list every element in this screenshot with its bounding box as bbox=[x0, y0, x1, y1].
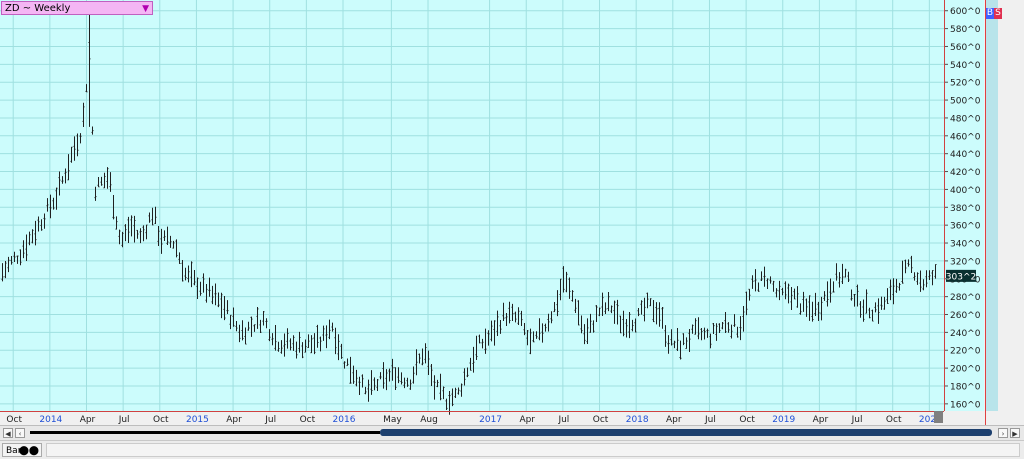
y-tick-label: 540^0 bbox=[950, 61, 981, 71]
x-month-label: Jul bbox=[118, 415, 130, 425]
x-month-label: Jul bbox=[851, 415, 863, 425]
scroll-left-end-icon[interactable]: ◀ bbox=[3, 428, 13, 438]
toggle-icon[interactable]: ⬤⬤ bbox=[19, 444, 39, 458]
time-axis-cursor[interactable] bbox=[934, 411, 943, 423]
y-tick-label: 460^0 bbox=[950, 132, 981, 142]
y-tick-label: 360^0 bbox=[950, 222, 981, 232]
x-month-label: Apr bbox=[813, 415, 829, 425]
last-price-marker: 303^2 bbox=[946, 269, 976, 282]
scroll-right-end-icon[interactable]: ▶ bbox=[1010, 428, 1020, 438]
y-tick-label: 180^0 bbox=[950, 382, 981, 392]
x-month-label: Oct bbox=[153, 415, 169, 425]
x-year-label: 2015 bbox=[186, 415, 209, 425]
x-month-label: Oct bbox=[593, 415, 609, 425]
price-axis: 160^0180^0200^0220^0240^0260^0280^0300^0… bbox=[944, 7, 981, 410]
y-tick-label: 220^0 bbox=[950, 347, 981, 357]
y-tick-label: 200^0 bbox=[950, 365, 981, 375]
scroll-left-icon[interactable]: ‹ bbox=[15, 428, 25, 438]
x-month-label: Jul bbox=[557, 415, 569, 425]
last-price-label: 303^2 bbox=[946, 272, 976, 282]
y-tick-label: 240^0 bbox=[950, 329, 981, 339]
right-strip bbox=[985, 0, 998, 411]
x-year-label: 2019 bbox=[772, 415, 795, 425]
plot-background bbox=[0, 0, 944, 411]
y-tick-label: 440^0 bbox=[950, 150, 981, 160]
x-month-label: Oct bbox=[739, 415, 755, 425]
x-year-label: 2018 bbox=[626, 415, 649, 425]
scroll-thumb[interactable] bbox=[380, 429, 992, 436]
status-panel bbox=[46, 443, 1020, 457]
symbol-selector[interactable]: ZD ~ Weekly ▼ bbox=[1, 1, 153, 15]
y-tick-label: 320^0 bbox=[950, 257, 981, 267]
scroll-right-icon[interactable]: › bbox=[998, 428, 1008, 438]
y-tick-label: 160^0 bbox=[950, 400, 981, 410]
x-month-label: Oct bbox=[886, 415, 902, 425]
x-month-label: Apr bbox=[80, 415, 96, 425]
x-month-label: Jul bbox=[704, 415, 716, 425]
y-tick-label: 500^0 bbox=[950, 97, 981, 107]
x-month-label: Apr bbox=[666, 415, 682, 425]
price-chart[interactable]: 160^0180^0200^0220^0240^0260^0280^0300^0… bbox=[0, 0, 1024, 425]
buy-tag[interactable]: B bbox=[986, 8, 994, 19]
chart-canvas: 160^0180^0200^0220^0240^0260^0280^0300^0… bbox=[0, 0, 1024, 425]
horizontal-scrollbar[interactable]: ◀ ‹ › ▶ bbox=[0, 425, 1024, 440]
x-month-label: Apr bbox=[226, 415, 242, 425]
y-tick-label: 280^0 bbox=[950, 293, 981, 303]
x-month-label: Jul bbox=[264, 415, 276, 425]
x-year-label: 2014 bbox=[39, 415, 62, 425]
chevron-down-icon[interactable]: ▼ bbox=[142, 2, 149, 16]
x-month-label: Oct bbox=[300, 415, 316, 425]
x-month-label: May bbox=[383, 415, 402, 425]
x-year-label: 2017 bbox=[479, 415, 502, 425]
x-year-label: 2016 bbox=[333, 415, 356, 425]
y-tick-label: 340^0 bbox=[950, 240, 981, 250]
status-bar: Bars ⬤⬤ bbox=[0, 440, 1024, 459]
y-tick-label: 400^0 bbox=[950, 186, 981, 196]
y-tick-label: 600^0 bbox=[950, 7, 981, 17]
y-tick-label: 380^0 bbox=[950, 204, 981, 214]
y-tick-label: 520^0 bbox=[950, 79, 981, 89]
symbol-title: ZD ~ Weekly bbox=[5, 3, 71, 14]
y-tick-label: 480^0 bbox=[950, 114, 981, 124]
x-month-label: Aug bbox=[420, 415, 438, 425]
y-tick-label: 580^0 bbox=[950, 25, 981, 35]
y-tick-label: 420^0 bbox=[950, 168, 981, 178]
x-month-label: Apr bbox=[519, 415, 535, 425]
sell-tag[interactable]: S bbox=[994, 8, 1002, 19]
x-month-label: Oct bbox=[6, 415, 22, 425]
y-tick-label: 260^0 bbox=[950, 311, 981, 321]
chart-mode-selector[interactable]: Bars ⬤⬤ bbox=[2, 443, 42, 457]
y-tick-label: 560^0 bbox=[950, 43, 981, 53]
scroll-track[interactable] bbox=[30, 431, 380, 434]
